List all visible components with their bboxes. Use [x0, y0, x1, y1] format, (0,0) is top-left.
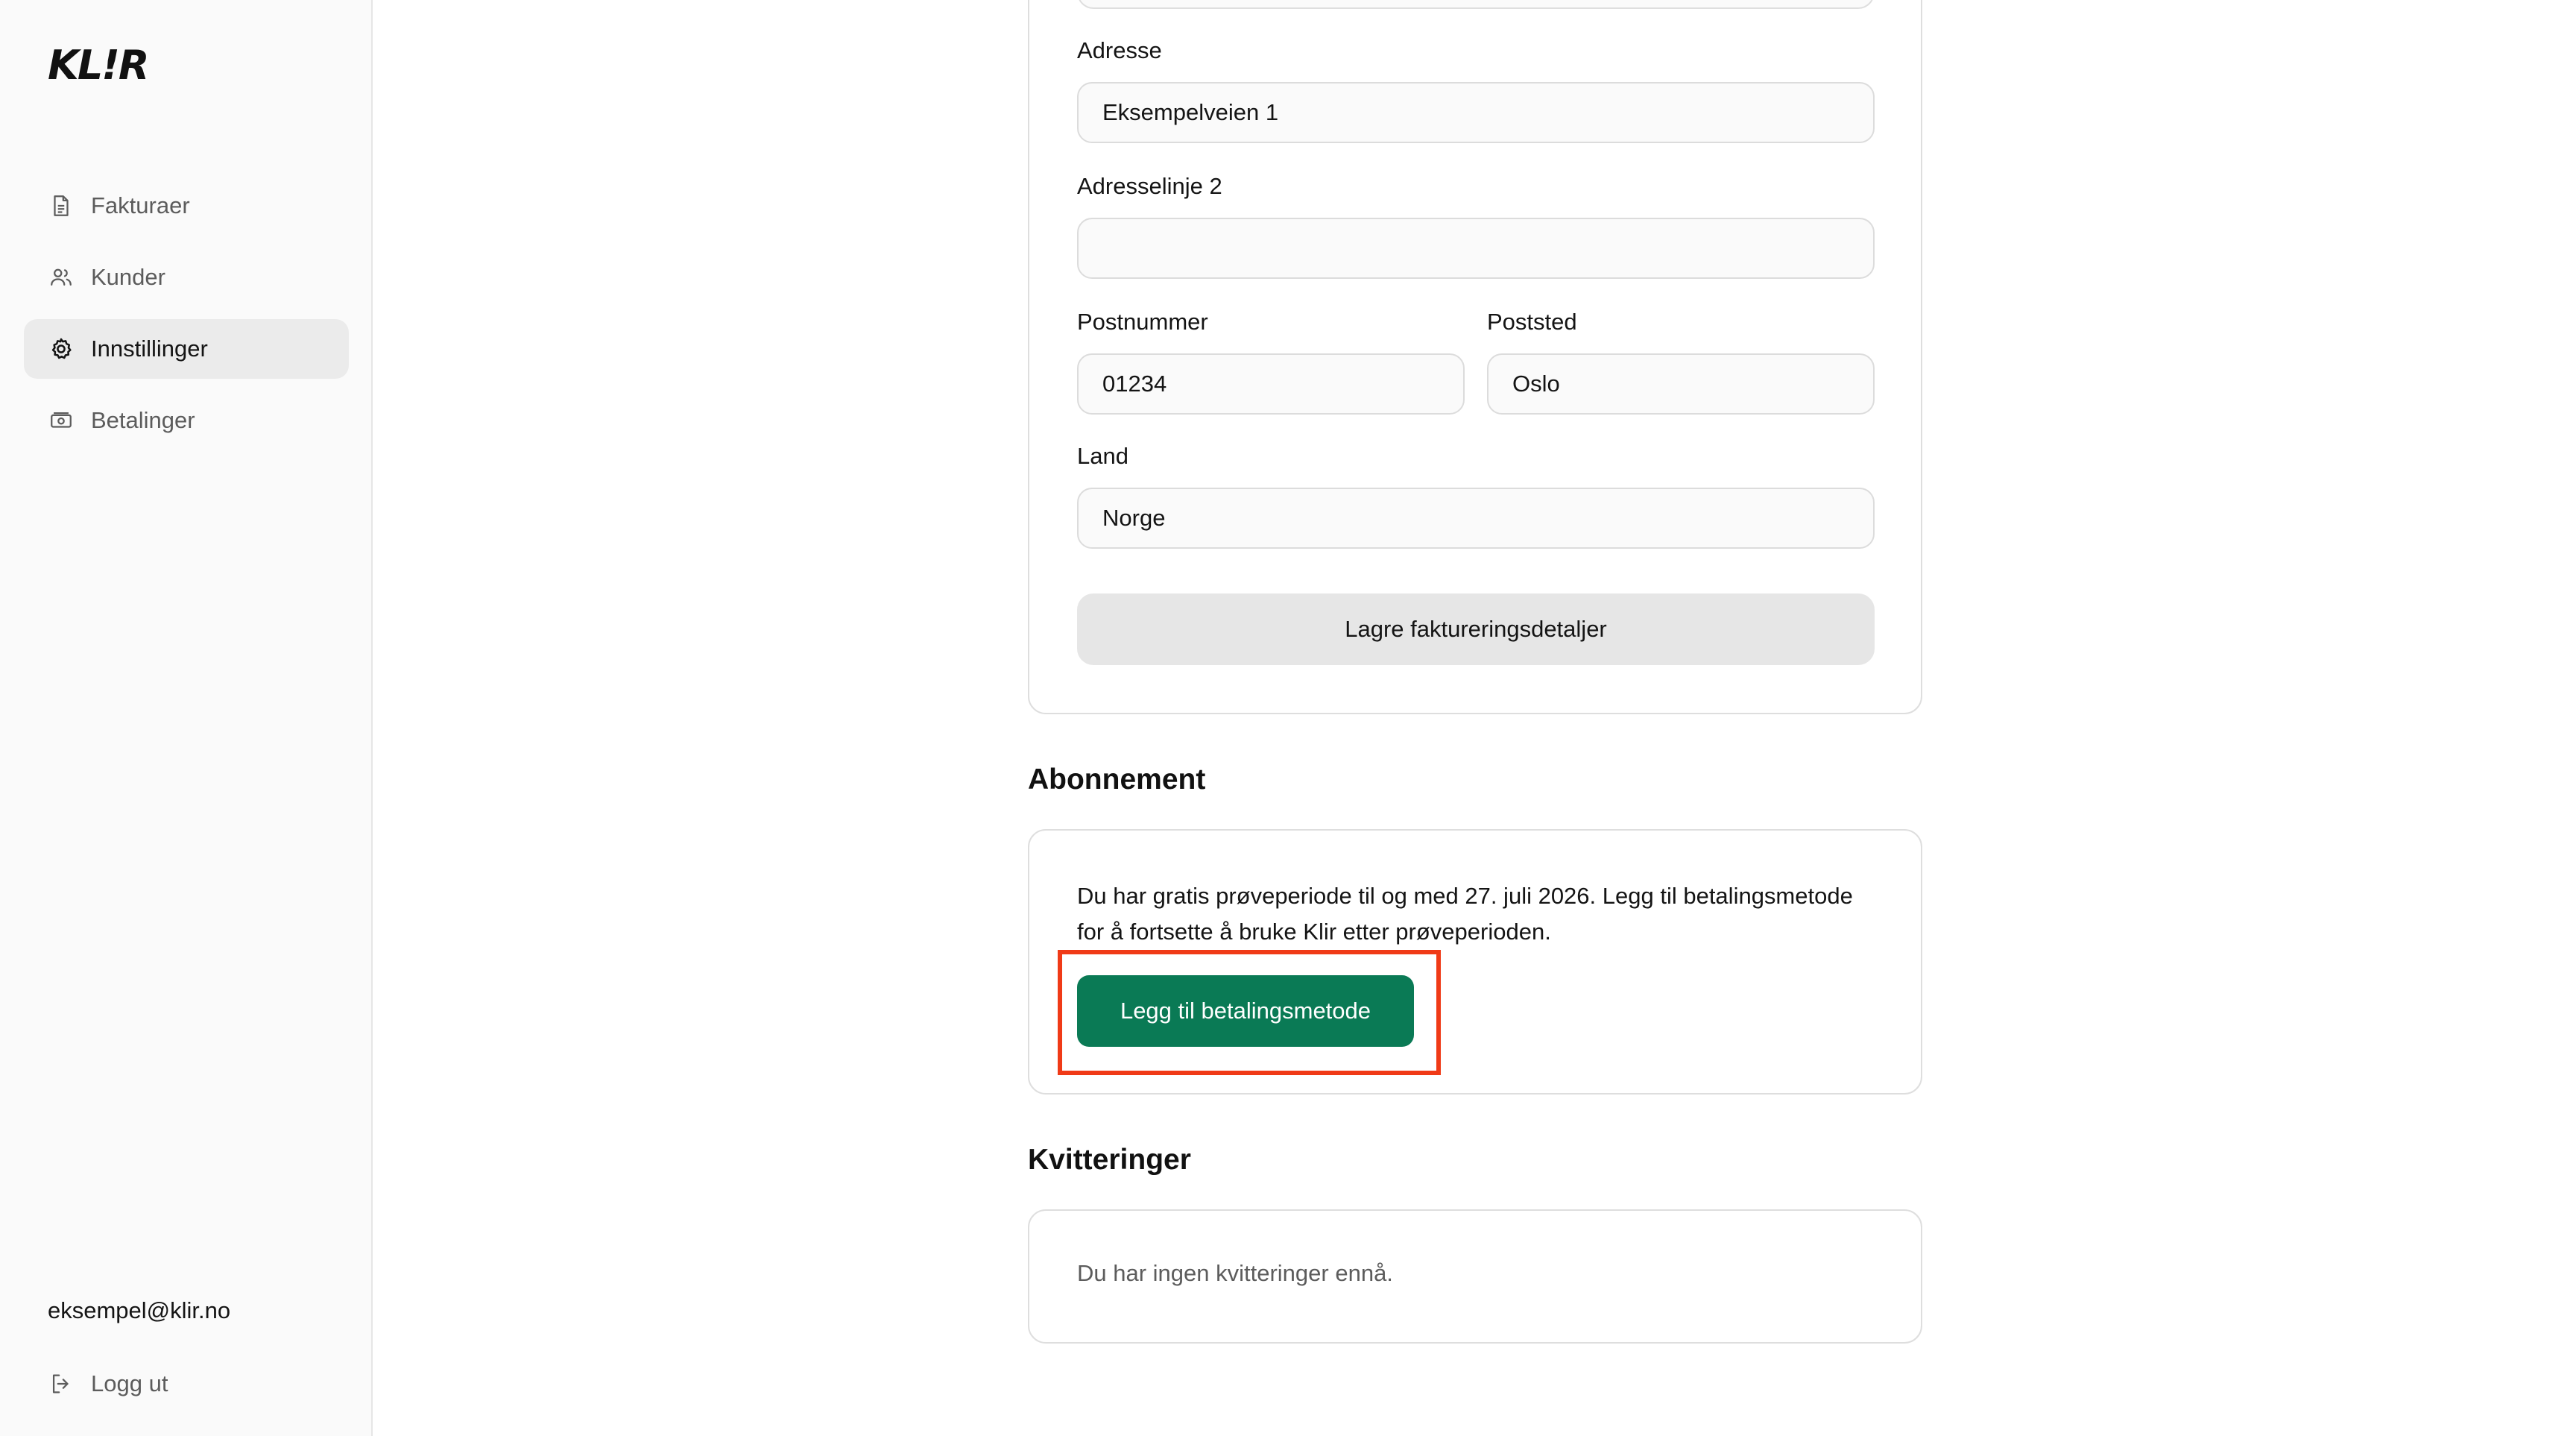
- sidebar-item-innstillinger[interactable]: Innstillinger: [24, 319, 349, 379]
- sidebar-item-kunder[interactable]: Kunder: [24, 248, 349, 307]
- sidebar-item-label: Betalinger: [91, 407, 195, 433]
- save-billing-details-button[interactable]: Lagre faktureringsdetaljer: [1077, 593, 1875, 665]
- country-input[interactable]: [1077, 488, 1875, 549]
- address-input[interactable]: [1077, 82, 1875, 143]
- banknote-icon: [48, 407, 75, 434]
- sidebar-item-fakturaer[interactable]: Fakturaer: [24, 176, 349, 236]
- sidebar-nav: Fakturaer Kunder Innstillinger Betalinge…: [24, 176, 349, 462]
- country-label: Land: [1077, 443, 1128, 469]
- user-email: eksempel@klir.no: [48, 1297, 231, 1323]
- sidebar-item-label: Fakturaer: [91, 192, 190, 218]
- logout-label: Logg ut: [91, 1370, 168, 1396]
- logo-text: KL!R: [48, 41, 149, 89]
- sidebar-item-betalinger[interactable]: Betalinger: [24, 391, 349, 450]
- city-input[interactable]: [1487, 353, 1875, 415]
- logout-icon: [48, 1370, 75, 1397]
- document-icon: [48, 192, 75, 219]
- address-line2-label: Adresselinje 2: [1077, 173, 1222, 199]
- sidebar-item-label: Kunder: [91, 264, 165, 290]
- receipts-title: Kvitteringer: [1028, 1144, 1191, 1176]
- address-label: Adresse: [1077, 37, 1162, 63]
- sidebar: KL!R Fakturaer Kunder Innstillinger Beta…: [0, 0, 373, 1436]
- receipts-card: Du har ingen kvitteringer ennå.: [1028, 1209, 1922, 1344]
- subscription-text: Du har gratis prøveperiode til og med 27…: [1077, 883, 1853, 945]
- postal-code-input[interactable]: [1077, 353, 1465, 415]
- billing-details-card: Adresse Adresselinje 2 Postnummer Postst…: [1028, 0, 1922, 714]
- logout-button[interactable]: Logg ut: [24, 1354, 349, 1414]
- main-content: Adresse Adresselinje 2 Postnummer Postst…: [374, 0, 2576, 1436]
- app-logo[interactable]: KL!R: [48, 41, 149, 89]
- city-label: Poststed: [1487, 309, 1577, 335]
- previous-field-input[interactable]: [1077, 0, 1875, 9]
- address-line2-input[interactable]: [1077, 218, 1875, 279]
- users-icon: [48, 264, 75, 291]
- add-payment-method-button[interactable]: Legg til betalingsmetode: [1077, 975, 1414, 1047]
- gear-icon: [48, 336, 75, 362]
- sidebar-item-label: Innstillinger: [91, 336, 208, 362]
- subscription-title: Abonnement: [1028, 763, 1206, 796]
- postal-code-label: Postnummer: [1077, 309, 1208, 335]
- subscription-card: Du har gratis prøveperiode til og med 27…: [1028, 829, 1922, 1095]
- receipts-empty-text: Du har ingen kvitteringer ennå.: [1077, 1260, 1393, 1286]
